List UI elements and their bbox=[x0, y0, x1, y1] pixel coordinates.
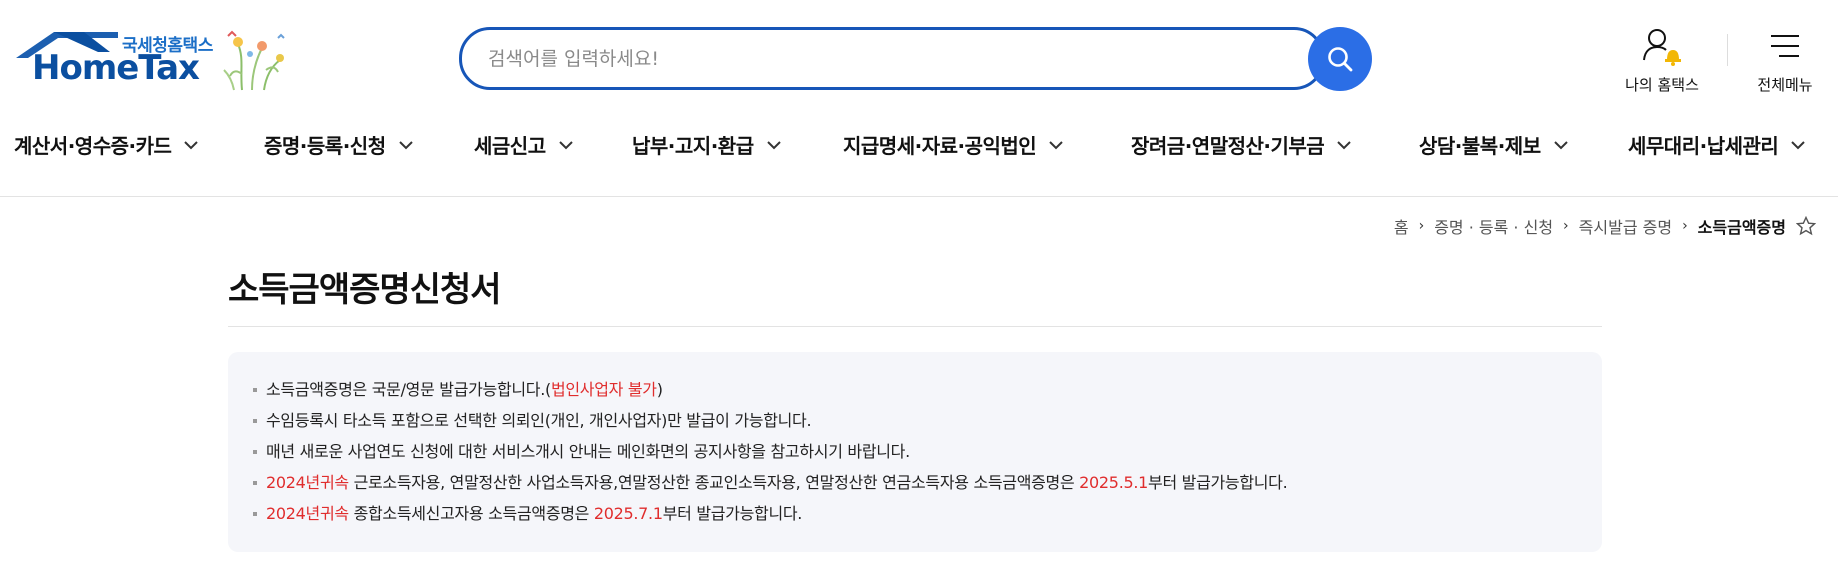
notice-box: 소득금액증명은 국문/영문 발급가능합니다.(법인사업자 불가) 수임등록시 타… bbox=[228, 352, 1602, 552]
chevron-down-icon bbox=[398, 140, 413, 149]
notice-text: 근로소득자용, 연말정산한 사업소득자용,연말정산한 종교인소득자용, 연말정산… bbox=[348, 473, 1080, 492]
breadcrumb-current: 소득금액증명 bbox=[1697, 218, 1786, 237]
gnb-item-label: 상담·불복·제보 bbox=[1419, 134, 1541, 158]
gnb-item-label: 증명·등록·신청 bbox=[264, 134, 386, 158]
gnb-item-label: 지급명세·자료·공익법인 bbox=[843, 134, 1037, 158]
breadcrumb-separator-icon: › bbox=[1563, 218, 1569, 234]
user-bell-icon bbox=[1643, 29, 1681, 66]
my-hometax-button[interactable]: 나의 홈택스 bbox=[1612, 26, 1712, 96]
notice-highlight: 2025.7.1 bbox=[593, 504, 663, 523]
notice-text: ) bbox=[656, 380, 663, 399]
notice-highlight: 법인사업자 불가 bbox=[550, 380, 657, 399]
hometax-logo[interactable]: 국세청홈택스 HomeTax bbox=[14, 26, 285, 96]
notice-item: 매년 새로운 사업연도 신청에 대한 서비스개시 안내는 메인화면의 공지사항을… bbox=[252, 436, 1578, 467]
gnb-item-certificates[interactable]: 증명·등록·신청 bbox=[264, 130, 414, 159]
chevron-down-icon bbox=[558, 140, 573, 149]
chevron-down-icon bbox=[1791, 140, 1806, 149]
title-divider bbox=[228, 326, 1602, 327]
notice-item: 2024년귀속 종합소득세신고자용 소득금액증명은 2025.7.1부터 발급가… bbox=[252, 498, 1578, 529]
breadcrumb-certificates[interactable]: 증명 · 등록 · 신청 bbox=[1434, 214, 1553, 238]
gnb-item-tax-filing[interactable]: 세금신고 bbox=[474, 130, 574, 159]
notice-item: 소득금액증명은 국문/영문 발급가능합니다.(법인사업자 불가) bbox=[252, 374, 1578, 405]
gnb-item-label: 세금신고 bbox=[474, 134, 546, 158]
notice-text: 매년 새로운 사업연도 신청에 대한 서비스개시 안내는 메인화면의 공지사항을… bbox=[266, 442, 910, 461]
gnb-item-label: 세무대리·납세관리 bbox=[1628, 134, 1779, 158]
breadcrumb-separator-icon: › bbox=[1682, 218, 1688, 234]
chevron-down-icon bbox=[1337, 140, 1351, 149]
notice-text: 수임등록시 타소득 포함으로 선택한 의뢰인(개인, 개인사업자)만 발급이 가… bbox=[266, 411, 812, 430]
gnb-item-incentives[interactable]: 장려금·연말정산·기부금 bbox=[1131, 130, 1352, 159]
breadcrumb-home[interactable]: 홈 bbox=[1394, 214, 1409, 238]
chevron-down-icon bbox=[1049, 140, 1063, 149]
all-menu-label: 전체메뉴 bbox=[1757, 76, 1813, 94]
main-navigation: 계산서·영수증·카드 증명·등록·신청 세금신고 납부·고지·환급 지급명세·자… bbox=[0, 116, 1838, 176]
chevron-down-icon bbox=[1553, 140, 1568, 149]
gnb-item-payment[interactable]: 납부·고지·환급 bbox=[632, 130, 782, 159]
chevron-down-icon bbox=[184, 140, 199, 149]
gnb-divider bbox=[0, 196, 1838, 197]
breadcrumb-instant-issue[interactable]: 즉시발급 증명 bbox=[1579, 214, 1672, 238]
notice-item: 2024년귀속 근로소득자용, 연말정산한 사업소득자용,연말정산한 종교인소득… bbox=[252, 467, 1578, 498]
search-box bbox=[459, 27, 1325, 90]
notice-item: 수임등록시 타소득 포함으로 선택한 의뢰인(개인, 개인사업자)만 발급이 가… bbox=[252, 405, 1578, 436]
hamburger-menu-icon bbox=[1771, 35, 1799, 57]
page-title: 소득금액증명신청서 bbox=[228, 270, 502, 310]
notice-highlight: 2024년귀속 bbox=[266, 473, 349, 492]
notice-text: 부터 발급가능합니다. bbox=[1148, 473, 1288, 492]
my-hometax-label: 나의 홈택스 bbox=[1625, 76, 1699, 94]
chevron-down-icon bbox=[766, 140, 781, 149]
gnb-item-consultation[interactable]: 상담·불복·제보 bbox=[1419, 130, 1569, 159]
gnb-item-payment-statements[interactable]: 지급명세·자료·공익법인 bbox=[843, 130, 1064, 159]
gnb-item-tax-agent[interactable]: 세무대리·납세관리 bbox=[1628, 130, 1806, 159]
util-divider bbox=[1727, 34, 1728, 66]
search-button[interactable] bbox=[1308, 27, 1372, 91]
notice-highlight: 2025.5.1 bbox=[1079, 473, 1149, 492]
notice-text: 부터 발급가능합니다. bbox=[662, 504, 803, 523]
gnb-item-label: 장려금·연말정산·기부금 bbox=[1131, 134, 1325, 158]
search-icon bbox=[1328, 47, 1353, 72]
gnb-item-receipts[interactable]: 계산서·영수증·카드 bbox=[14, 130, 199, 159]
all-menu-button[interactable]: 전체메뉴 bbox=[1735, 26, 1835, 96]
notice-text: 소득금액증명은 국문/영문 발급가능합니다.( bbox=[266, 380, 551, 399]
favorite-star-icon[interactable] bbox=[1796, 216, 1816, 236]
breadcrumb-separator-icon: › bbox=[1418, 218, 1425, 234]
notice-text: 종합소득세신고자용 소득금액증명은 bbox=[348, 504, 594, 523]
logo-title: HomeTax bbox=[32, 48, 200, 88]
search-input[interactable] bbox=[488, 45, 1248, 73]
notice-list: 소득금액증명은 국문/영문 발급가능합니다.(법인사업자 불가) 수임등록시 타… bbox=[252, 374, 1578, 529]
breadcrumb: 홈 › 증명 · 등록 · 신청 › 즉시발급 증명 › 소득금액증명 bbox=[1394, 214, 1816, 238]
flower-decoration-icon bbox=[223, 30, 285, 91]
gnb-item-label: 계산서·영수증·카드 bbox=[14, 134, 172, 158]
gnb-item-label: 납부·고지·환급 bbox=[632, 134, 754, 158]
notice-highlight: 2024년귀속 bbox=[266, 504, 349, 523]
